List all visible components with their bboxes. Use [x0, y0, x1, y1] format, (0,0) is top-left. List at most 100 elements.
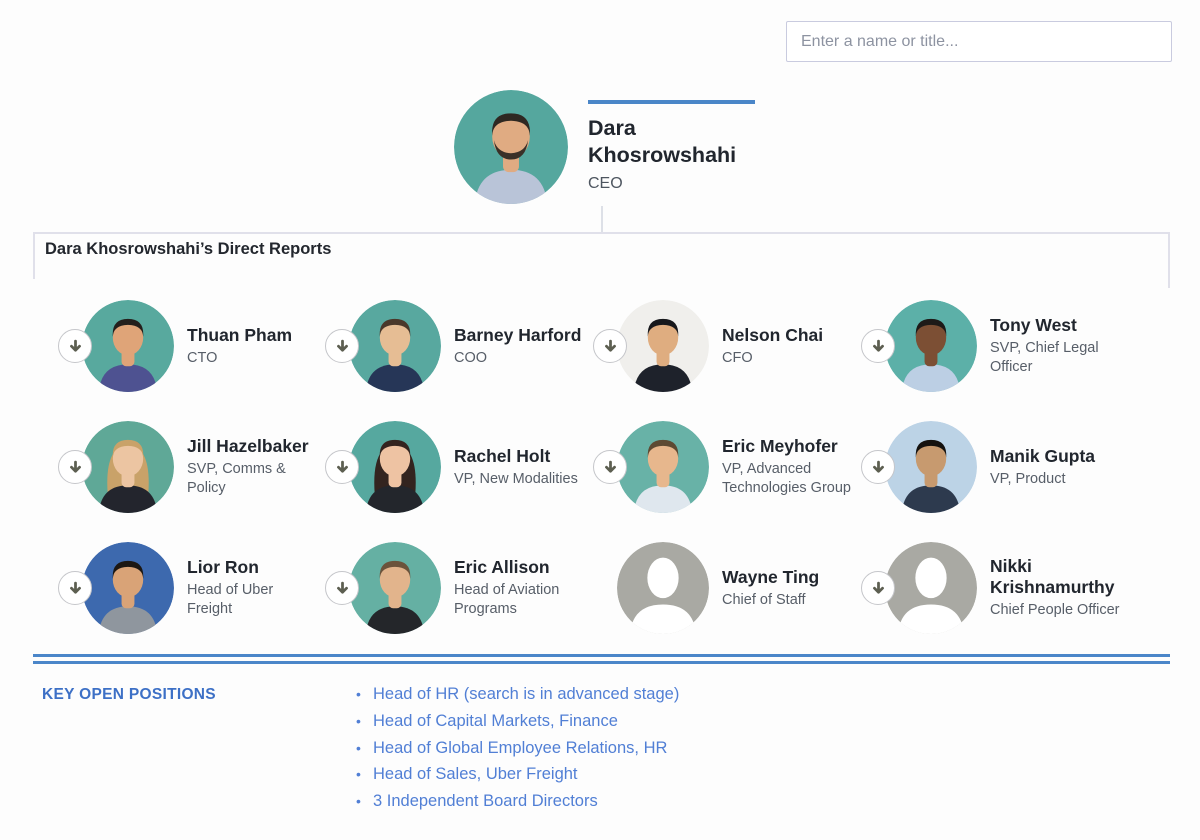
person-title: Head of Uber Freight — [187, 581, 322, 619]
person-title: Chief People Officer — [990, 601, 1125, 620]
open-position-item: Head of HR (search is in advanced stage) — [355, 681, 679, 708]
search-input[interactable] — [786, 21, 1172, 62]
person-title: Head of Aviation Programs — [454, 581, 590, 619]
person-card[interactable]: Lior Ron Head of Uber Freight — [55, 539, 322, 637]
person-title: COO — [454, 349, 590, 368]
person-card[interactable]: Eric Allison Head of Aviation Programs — [322, 539, 590, 637]
person-name: Nikki Krishnamurthy — [990, 556, 1125, 598]
person-avatar — [617, 421, 709, 513]
person-name: Thuan Pham — [187, 325, 322, 346]
expand-button[interactable] — [58, 571, 92, 605]
person-title: Chief of Staff — [722, 591, 858, 610]
arrow-down-icon — [67, 580, 84, 597]
person-avatar — [349, 542, 441, 634]
person-title: VP, New Modalities — [454, 470, 590, 489]
person-card[interactable]: Barney Harford COO — [322, 297, 590, 395]
expand-button[interactable] — [325, 450, 359, 484]
open-positions-list: Head of HR (search is in advanced stage)… — [355, 681, 679, 815]
reports-bracket-top — [33, 232, 1170, 234]
expand-button[interactable] — [58, 329, 92, 363]
ceo-title: CEO — [588, 175, 768, 193]
arrow-down-icon — [334, 459, 351, 476]
reports-header: Dara Khosrowshahi’s Direct Reports — [45, 240, 331, 259]
open-position-item: Head of Global Employee Relations, HR — [355, 735, 679, 762]
ceo-name: Dara Khosrowshahi — [588, 115, 760, 169]
person-avatar — [82, 542, 174, 634]
person-card[interactable]: Jill Hazelbaker SVP, Comms & Policy — [55, 418, 322, 516]
person-avatar — [82, 421, 174, 513]
divider-rule-top — [33, 654, 1170, 657]
ceo-info: Dara Khosrowshahi CEO — [588, 100, 768, 193]
person-title: SVP, Comms & Policy — [187, 460, 322, 498]
person-text: Jill Hazelbaker SVP, Comms & Policy — [187, 436, 322, 498]
person-name: Tony West — [990, 315, 1125, 336]
person-text: Lior Ron Head of Uber Freight — [187, 557, 322, 619]
person-text: Wayne Ting Chief of Staff — [722, 567, 858, 610]
person-card[interactable]: Rachel Holt VP, New Modalities — [322, 418, 590, 516]
person-title: CFO — [722, 349, 858, 368]
person-text: Tony West SVP, Chief Legal Officer — [990, 315, 1125, 377]
person-text: Barney Harford COO — [454, 325, 590, 368]
arrow-down-icon — [870, 338, 887, 355]
ceo-avatar — [454, 90, 568, 204]
expand-button[interactable] — [861, 329, 895, 363]
expand-button[interactable] — [861, 450, 895, 484]
open-position-item: Head of Sales, Uber Freight — [355, 761, 679, 788]
reports-bracket-right — [1168, 232, 1170, 288]
arrow-down-icon — [67, 338, 84, 355]
open-position-item: 3 Independent Board Directors — [355, 788, 679, 815]
arrow-down-icon — [870, 580, 887, 597]
arrow-down-icon — [67, 459, 84, 476]
person-avatar — [617, 300, 709, 392]
person-card[interactable]: Thuan Pham CTO — [55, 297, 322, 395]
person-text: Thuan Pham CTO — [187, 325, 322, 368]
person-text: Eric Meyhofer VP, Advanced Technologies … — [722, 436, 858, 498]
arrow-down-icon — [602, 338, 619, 355]
person-name: Eric Meyhofer — [722, 436, 858, 457]
expand-button[interactable] — [593, 329, 627, 363]
org-chart-page: Dara Khosrowshahi CEO Dara Khosrowshahi’… — [0, 0, 1200, 840]
person-title: CTO — [187, 349, 322, 368]
person-text: Nelson Chai CFO — [722, 325, 858, 368]
person-card[interactable]: Manik Gupta VP, Product — [858, 418, 1125, 516]
person-card[interactable]: Eric Meyhofer VP, Advanced Technologies … — [590, 418, 858, 516]
person-name: Manik Gupta — [990, 446, 1125, 467]
person-title: VP, Product — [990, 470, 1125, 489]
person-text: Manik Gupta VP, Product — [990, 446, 1125, 489]
arrow-down-icon — [870, 459, 887, 476]
person-name: Barney Harford — [454, 325, 590, 346]
person-name: Eric Allison — [454, 557, 590, 578]
person-text: Rachel Holt VP, New Modalities — [454, 446, 590, 489]
expand-button[interactable] — [58, 450, 92, 484]
person-avatar — [885, 421, 977, 513]
ceo-card[interactable]: Dara Khosrowshahi CEO — [454, 90, 784, 220]
expand-button[interactable] — [861, 571, 895, 605]
open-position-item: Head of Capital Markets, Finance — [355, 708, 679, 735]
person-avatar — [82, 300, 174, 392]
person-name: Jill Hazelbaker — [187, 436, 322, 457]
expand-button[interactable] — [325, 571, 359, 605]
person-card[interactable]: Nelson Chai CFO — [590, 297, 858, 395]
person-card[interactable]: Tony West SVP, Chief Legal Officer — [858, 297, 1125, 395]
person-card[interactable]: Nikki Krishnamurthy Chief People Officer — [858, 539, 1125, 637]
person-avatar — [617, 542, 709, 634]
person-text: Nikki Krishnamurthy Chief People Officer — [990, 556, 1125, 620]
ceo-connector-line — [601, 206, 603, 232]
person-avatar — [885, 542, 977, 634]
arrow-down-icon — [602, 459, 619, 476]
person-title: SVP, Chief Legal Officer — [990, 339, 1125, 377]
person-text: Eric Allison Head of Aviation Programs — [454, 557, 590, 619]
person-avatar — [349, 300, 441, 392]
person-title: VP, Advanced Technologies Group — [722, 460, 858, 498]
person-name: Lior Ron — [187, 557, 322, 578]
arrow-down-icon — [334, 580, 351, 597]
expand-button[interactable] — [325, 329, 359, 363]
divider-rule-bottom — [33, 661, 1170, 664]
expand-button[interactable] — [593, 450, 627, 484]
reports-grid: Thuan Pham CTO Barney Harford COO Nelson… — [55, 297, 1125, 660]
ceo-accent-bar — [588, 100, 755, 104]
person-card[interactable]: Wayne Ting Chief of Staff — [590, 539, 858, 637]
reports-bracket-left — [33, 232, 35, 279]
person-avatar — [885, 300, 977, 392]
person-name: Nelson Chai — [722, 325, 858, 346]
